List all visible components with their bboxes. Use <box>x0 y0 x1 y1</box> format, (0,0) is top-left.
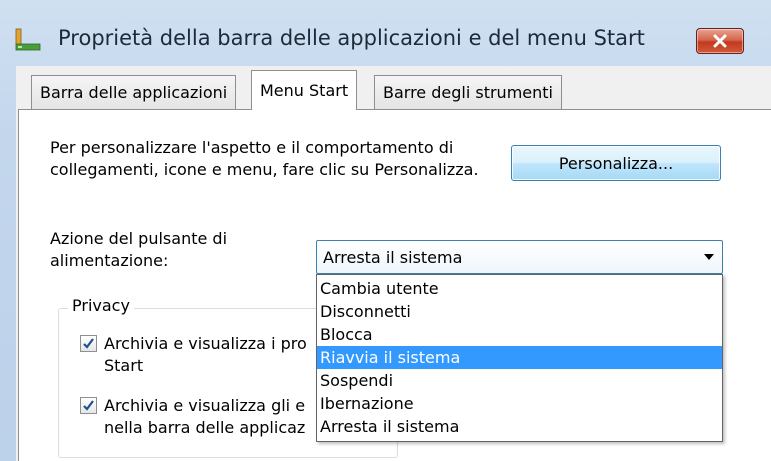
power-action-label: Azione del pulsante di alimentazione: <box>50 229 228 270</box>
option-blocca[interactable]: Blocca <box>317 323 722 346</box>
power-action-dropdown[interactable]: Cambia utente Disconnetti Blocca Riavvia… <box>316 274 723 442</box>
chevron-down-icon[interactable] <box>704 254 714 260</box>
close-button[interactable] <box>696 28 744 54</box>
properties-window: Proprietà della barra delle applicazioni… <box>0 0 771 461</box>
option-arresta[interactable]: Arresta il sistema <box>317 415 722 438</box>
checkbox-recent-programs[interactable] <box>80 335 97 352</box>
window-title: Proprietà della barra delle applicazioni… <box>58 26 645 50</box>
title-bar[interactable]: Proprietà della barra delle applicazioni… <box>0 0 771 64</box>
description-text: Per personalizzare l'aspetto e il compor… <box>50 138 479 179</box>
tab-menu-start[interactable]: Menu Start <box>251 70 358 110</box>
power-action-select[interactable]: Arresta il sistema <box>316 240 723 274</box>
taskbar-icon <box>14 27 42 51</box>
privacy-title: Privacy <box>68 296 134 315</box>
tab-barra-applicazioni[interactable]: Barra delle applicazioni <box>31 75 237 109</box>
checkbox-recent-items-label: Archivia e visualizza gli e <box>104 396 306 415</box>
option-riavvia[interactable]: Riavvia il sistema <box>317 346 722 369</box>
close-icon <box>712 34 728 48</box>
option-disconnetti[interactable]: Disconnetti <box>317 300 722 323</box>
checkbox-recent-programs-label-line2: Start <box>104 356 144 375</box>
tab-barre-strumenti[interactable]: Barre degli strumenti <box>374 75 562 109</box>
customize-button[interactable]: Personalizza... <box>511 145 721 181</box>
option-ibernazione[interactable]: Ibernazione <box>317 392 722 415</box>
option-sospendi[interactable]: Sospendi <box>317 369 722 392</box>
checkbox-recent-items[interactable] <box>80 397 97 414</box>
power-action-value: Arresta il sistema <box>323 247 463 267</box>
checkbox-recent-programs-label: Archivia e visualizza i pro <box>104 334 307 353</box>
option-cambia-utente[interactable]: Cambia utente <box>317 277 722 300</box>
checkbox-recent-items-label-line2: nella barra delle applicaz <box>104 418 306 437</box>
